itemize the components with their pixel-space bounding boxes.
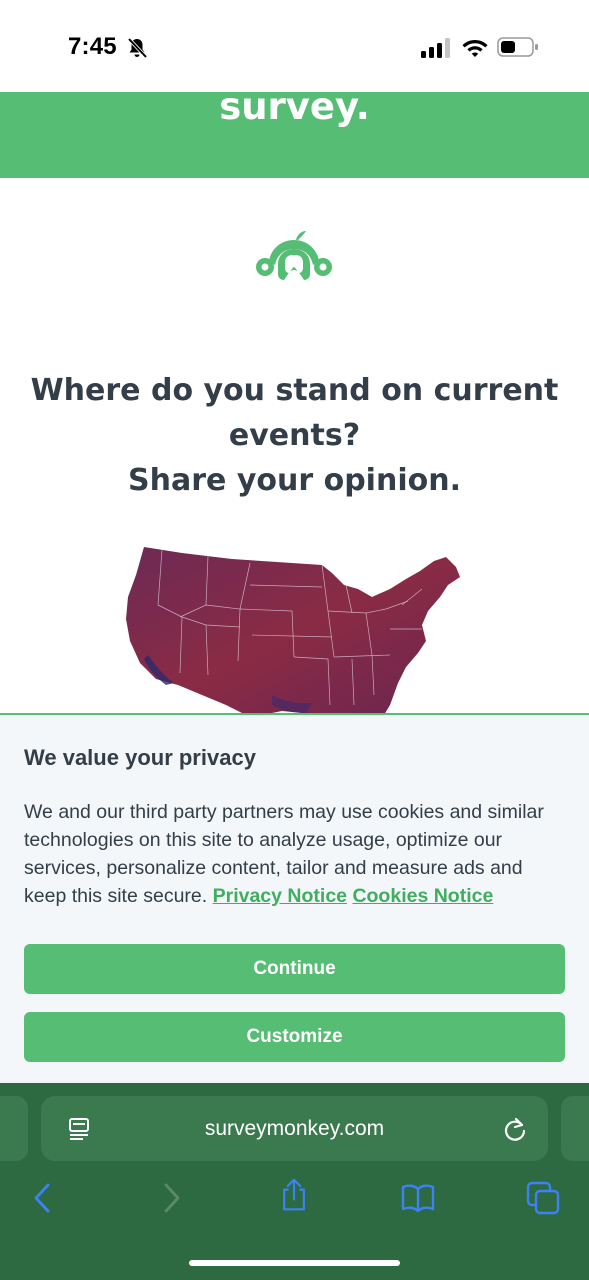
cellular-signal-icon	[421, 38, 450, 58]
status-bar: 7:45	[0, 0, 589, 92]
page-headline: Where do you stand on current events? Sh…	[30, 368, 559, 503]
continue-button[interactable]: Continue	[24, 944, 565, 994]
browser-toolbar: surveymonkey.com	[0, 1083, 589, 1280]
headline-line-2: events?	[228, 418, 361, 453]
back-icon[interactable]	[28, 1181, 62, 1215]
previous-tab-preview[interactable]	[0, 1096, 28, 1161]
privacy-body: We and our third party partners may use …	[24, 798, 569, 910]
privacy-notice-link[interactable]: Privacy Notice	[213, 885, 347, 907]
bookmarks-icon[interactable]	[401, 1181, 435, 1215]
top-banner: survey.	[0, 92, 589, 178]
share-icon[interactable]	[277, 1178, 311, 1212]
surveymonkey-logo[interactable]	[254, 226, 334, 286]
bell-slash-icon	[127, 37, 148, 59]
address-bar[interactable]: surveymonkey.com	[41, 1096, 548, 1161]
banner-text: survey.	[219, 92, 370, 128]
battery-icon	[497, 37, 538, 57]
privacy-title: We value your privacy	[24, 745, 256, 770]
reload-icon[interactable]	[502, 1116, 528, 1142]
url-text[interactable]: surveymonkey.com	[41, 1096, 548, 1161]
customize-button[interactable]: Customize	[24, 1012, 565, 1062]
wifi-icon	[462, 40, 488, 57]
next-tab-preview[interactable]	[561, 1096, 589, 1161]
privacy-consent-panel: We value your privacy We and our third p…	[0, 713, 589, 1085]
headline-line-1: Where do you stand on current	[30, 373, 559, 408]
home-indicator	[189, 1260, 400, 1266]
tabs-icon[interactable]	[526, 1181, 560, 1215]
us-map-image	[126, 547, 460, 715]
forward-icon[interactable]	[154, 1181, 188, 1215]
headline-line-3: Share your opinion.	[128, 463, 461, 498]
cookies-notice-link[interactable]: Cookies Notice	[352, 885, 493, 907]
status-time: 7:45	[68, 33, 117, 60]
